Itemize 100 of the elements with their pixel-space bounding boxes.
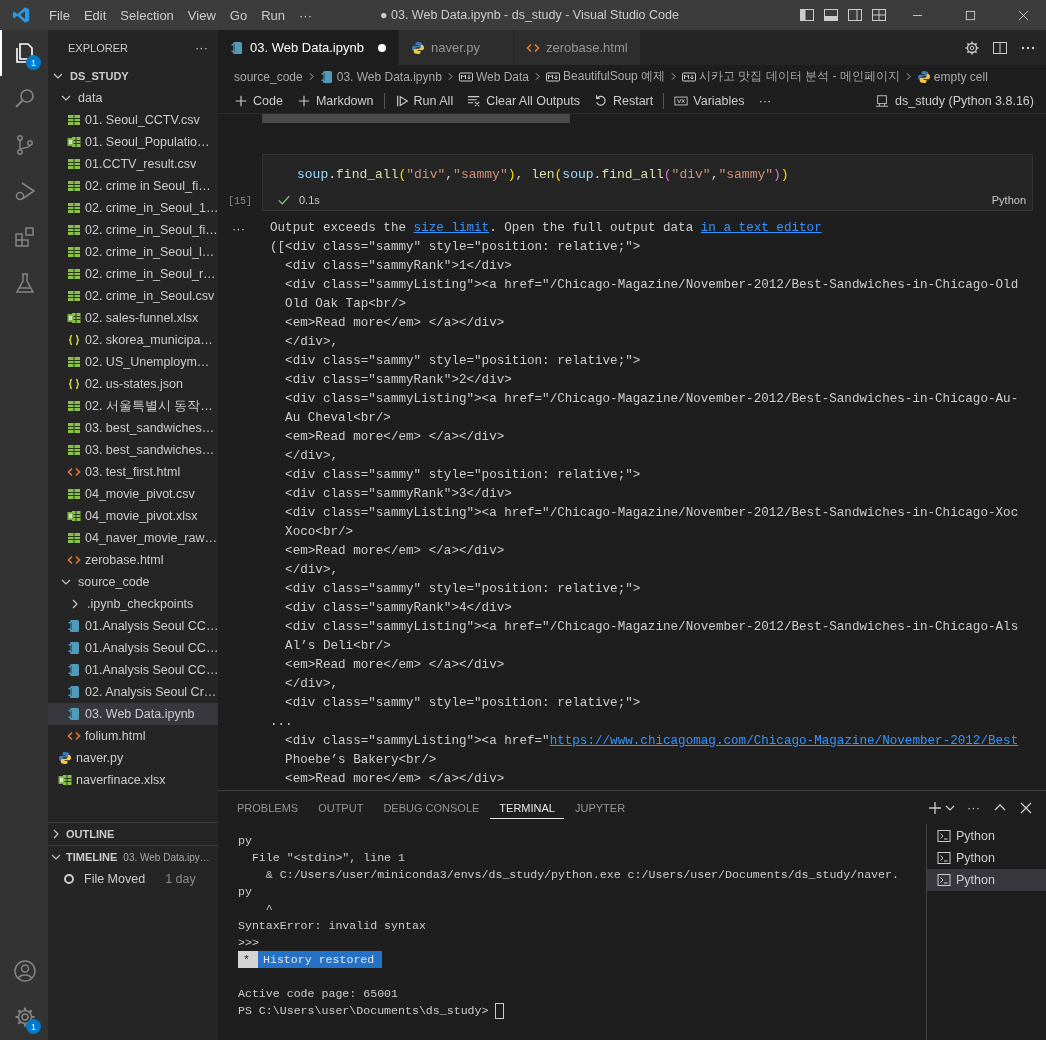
kernel-picker[interactable]: ds_study (Python 3.8.16) [875, 93, 1046, 108]
tree-item[interactable]: 03. test_first.html [48, 461, 218, 483]
panel-tab[interactable]: PROBLEMS [228, 796, 308, 819]
plus-icon[interactable] [927, 799, 943, 816]
toolbar-button[interactable]: Markdown [290, 93, 380, 108]
tree-item[interactable]: zerobase.html [48, 549, 218, 571]
horizontal-scrollbar[interactable] [262, 114, 570, 123]
panel-tab[interactable]: DEBUG CONSOLE [374, 796, 489, 819]
markdown-icon [682, 69, 697, 84]
tree-item[interactable]: 02. us-states.json [48, 373, 218, 395]
layout-icon[interactable] [871, 7, 887, 23]
editor-tab[interactable]: naver.py [398, 30, 514, 65]
more-actions-button[interactable]: ··· [752, 93, 778, 108]
breadcrumb-item[interactable]: BeautifulSoup 예제 [546, 68, 666, 85]
link[interactable]: https://www.chicagomag.com/Chicago-Magazine/November-2012/Best [549, 734, 1019, 748]
breadcrumb-item[interactable]: source_code [234, 69, 303, 84]
menu-item[interactable]: ··· [292, 7, 319, 23]
tree-item[interactable]: DS_STUDY [48, 65, 218, 87]
tree-item[interactable]: 02. crime_in_Seoul.csv [48, 285, 218, 307]
clear-all-icon [467, 93, 482, 108]
section-description: 03. Web Data.ipy… [123, 851, 210, 863]
excel-icon [67, 311, 81, 325]
menu-item[interactable]: Edit [76, 7, 114, 23]
tree-item[interactable]: 02. crime_in_Seoul_r… [48, 263, 218, 285]
link[interactable]: in a text editor [700, 221, 822, 235]
terminal-line: SyntaxError: invalid syntax [238, 918, 427, 934]
toolbar-button[interactable]: Variables [668, 93, 751, 108]
toolbar-button[interactable]: Run All [388, 93, 460, 108]
timeline-item[interactable]: File Moved 1 day [48, 868, 218, 890]
more-actions-button[interactable]: ··· [195, 40, 208, 55]
output-line: <em>Read more</em> </a></div> [284, 429, 506, 446]
tree-item[interactable]: 02. skorea_municipa… [48, 329, 218, 351]
activity-button[interactable]: 1 [0, 994, 48, 1040]
panel-tab[interactable]: OUTPUT [309, 796, 373, 819]
panel-tab[interactable]: TERMINAL [490, 796, 564, 819]
menu-item[interactable]: File [42, 7, 77, 23]
tree-item[interactable]: 02. crime_in_Seoul_l… [48, 241, 218, 263]
gear-icon[interactable] [964, 39, 980, 56]
terminal-prompt: PS C:\Users\user\Documents\ds_study> [238, 1003, 490, 1019]
tree-item[interactable]: naver.py [48, 747, 218, 769]
tree-item[interactable]: 01.CCTV_result.csv [48, 153, 218, 175]
tree-item[interactable]: 03. best_sandwiches… [48, 417, 218, 439]
code-cell[interactable]: soup.find_all("div","sammy"), len(soup.find_all("div","sammy")) 0.1s Python [262, 154, 1033, 211]
split-editor-icon[interactable] [992, 39, 1008, 56]
tree-item[interactable]: 02. Analysis Seoul Cr… [48, 681, 218, 703]
toggle-sidebar-icon[interactable] [799, 7, 815, 23]
tree-item[interactable]: .ipynb_checkpoints [48, 593, 218, 615]
breadcrumb-item[interactable]: 시카고 맛집 데이터 분석 - 메인페이지 [682, 68, 900, 85]
tree-item[interactable]: 02. US_Unemploym… [48, 351, 218, 373]
toolbar-button[interactable]: Clear All Outputs [461, 93, 586, 108]
toggle-panel-icon[interactable] [823, 7, 839, 23]
tree-item[interactable]: folium.html [48, 725, 218, 747]
close-icon[interactable] [1018, 9, 1029, 21]
breadcrumb-item[interactable]: 03. Web Data.ipynb [319, 69, 442, 84]
output-actions-button[interactable]: ··· [218, 219, 270, 789]
terminal-line: File "<stdin>", line 1 [250, 850, 406, 866]
tree-item[interactable]: 04_movie_pivot.xlsx [48, 505, 218, 527]
menu-item[interactable]: View [180, 7, 223, 23]
menu-item[interactable]: Go [222, 7, 255, 23]
editor-tab[interactable]: zerobase.html [513, 30, 641, 65]
tree-item[interactable]: 01.Analysis Seoul CC… [48, 615, 218, 637]
tree-item[interactable]: 04_movie_pivot.csv [48, 483, 218, 505]
tree-item[interactable]: 01. Seoul_Populatio… [48, 131, 218, 153]
menu-item[interactable]: Selection [113, 7, 181, 23]
timeline-label: File Moved [84, 872, 146, 886]
tree-item[interactable]: naverfinace.xlsx [48, 769, 218, 791]
tree-item[interactable]: 03. Web Data.ipynb [48, 703, 218, 725]
tree-item[interactable]: 01.Analysis Seoul CC… [48, 659, 218, 681]
output-notice: Output exceeds the size limit. Open the full output data in a text editor [270, 220, 823, 237]
tree-item[interactable]: 03. best_sandwiches… [48, 439, 218, 461]
tree-item[interactable]: 02. crime_in_Seoul_1… [48, 197, 218, 219]
tree-item[interactable]: 01.Analysis Seoul CC… [48, 637, 218, 659]
menu-item[interactable]: Run [254, 7, 292, 23]
terminal-item[interactable]: Python [927, 847, 1046, 869]
excel-icon [67, 509, 81, 523]
tree-item[interactable]: 01. Seoul_CCTV.csv [48, 109, 218, 131]
toolbar-button[interactable]: Code [228, 93, 289, 108]
terminal-item[interactable]: Python [927, 869, 1046, 891]
more-actions-button[interactable]: ··· [965, 800, 982, 815]
restart-icon [593, 93, 608, 108]
maximize-icon[interactable] [965, 9, 976, 21]
toolbar-button[interactable]: Restart [587, 93, 660, 108]
tree-item[interactable]: 02. sales-funnel.xlsx [48, 307, 218, 329]
cell-language[interactable]: Python [991, 194, 1026, 206]
tree-item[interactable]: data [48, 87, 218, 109]
editor-tab[interactable]: 03. Web Data.ipynb [218, 30, 399, 65]
split-layout-icon[interactable] [847, 7, 863, 23]
tree-item[interactable]: 02. crime in Seoul_fi… [48, 175, 218, 197]
tree-item[interactable]: 02. 서울특별시 동작… [48, 395, 218, 417]
tree-item[interactable]: source_code [48, 571, 218, 593]
output-line: <em>Read more</em> </a></div> [284, 657, 506, 674]
tree-item[interactable]: 02. crime_in_Seoul_fi… [48, 219, 218, 241]
spreadsheet-icon [67, 267, 81, 281]
tree-item[interactable]: 04_naver_movie_raw… [48, 527, 218, 549]
spreadsheet-icon [67, 399, 81, 413]
breadcrumb-item[interactable]: Web Data [458, 69, 530, 84]
panel-tab[interactable]: JUPYTER [565, 796, 635, 819]
breadcrumb-item[interactable]: empty cell [916, 69, 988, 84]
terminal-item[interactable]: Python [927, 825, 1046, 847]
link[interactable]: size limit [413, 221, 490, 235]
